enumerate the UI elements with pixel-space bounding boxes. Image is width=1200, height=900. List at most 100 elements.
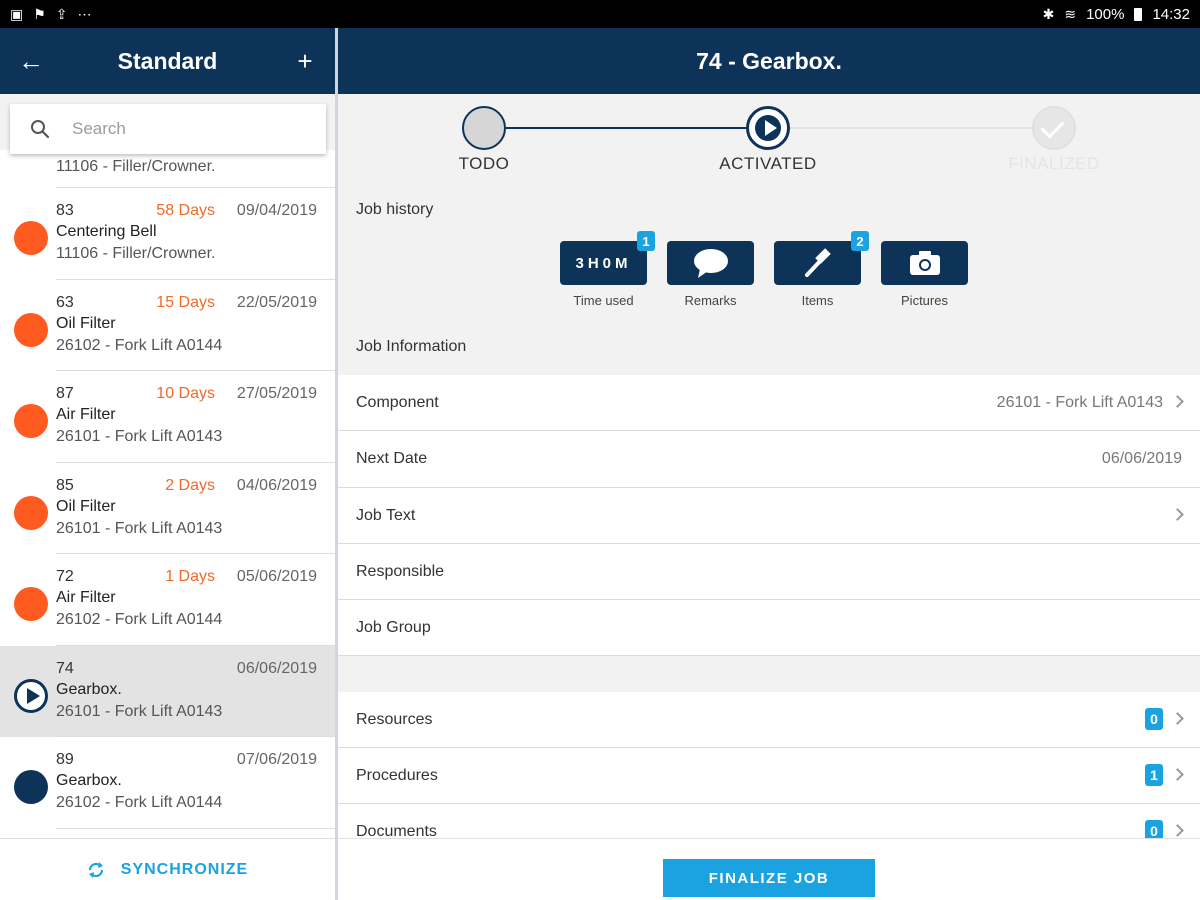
job-component: 26101 - Fork Lift A0143 [56,519,223,537]
job-status-dot [14,770,48,804]
responsible-label: Responsible [356,562,445,580]
job-name: Gearbox. [56,680,122,698]
chevron-right-icon [1171,395,1184,408]
stepper-line-done [506,127,748,129]
finalize-job-button[interactable]: FINALIZE JOB [663,859,875,897]
status-stepper: TODO ACTIVATED FINALIZED [338,94,1200,190]
resources-list: Resources 0 Procedures 1 Documents 0 [338,692,1200,838]
job-name: Gearbox. [56,772,122,789]
job-name: Oil Filter [56,497,116,515]
job-days-overdue: 15 Days [156,293,215,311]
battery-icon [1134,7,1143,21]
pictures-button[interactable] [881,241,968,285]
search-box[interactable] [10,104,326,154]
synchronize-button[interactable]: SYNCHRONIZE [0,838,335,900]
job-days-overdue: 10 Days [156,385,215,402]
gallery-icon: ▣ [10,6,24,22]
job-information-heading: Job Information [356,338,467,355]
component-row[interactable]: Component 26101 - Fork Lift A0143 [338,375,1200,432]
time-used-caption: Time used [573,293,634,308]
responsible-row: Responsible [338,544,1200,601]
step-finalized-label: FINALIZED [1008,154,1100,173]
pictures-item: Pictures [881,241,968,308]
job-list-item[interactable]: 85 Oil Filter 26101 - Fork Lift A0143 2 Day… [0,462,335,554]
stepper-line-pending [790,127,1034,129]
job-information-list: Component 26101 - Fork Lift A0143 Next D… [338,375,1200,657]
chevron-right-icon [1171,507,1184,521]
job-status-dot [14,312,48,347]
chevron-right-icon [1171,823,1184,837]
items-item: 2 Items [774,231,869,308]
job-list[interactable]: 11106 - Filler/Crowner. 83 Centering Bell… [0,150,335,838]
job-date: 04/06/2019 [236,476,317,494]
time-used-item: 3H0M 1 Time used [560,231,655,308]
detail-title: 74 - Gearbox. [696,47,842,74]
procedures-row[interactable]: Procedures 1 [338,748,1200,804]
job-text-row[interactable]: Job Text [338,488,1200,544]
job-date: 09/04/2019 [236,202,317,219]
job-date: 22/05/2019 [236,293,317,311]
job-component: 26102 - Fork Lift A0144 [56,611,223,628]
add-icon[interactable]: + [293,46,317,77]
upload-icon: ⇪ [55,6,68,22]
row-divider [56,827,335,829]
chevron-right-icon [1171,767,1184,781]
job-status-dot [14,221,48,255]
component-label: Component [356,394,439,411]
job-component: 26101 - Fork Lift A0143 [56,702,223,720]
job-name: Air Filter [56,406,116,423]
job-text-chevron-wrap [1163,507,1184,525]
job-date: 07/06/2019 [236,751,317,768]
job-status-dot [14,587,48,621]
job-component: 26102 - Fork Lift A0144 [56,794,223,811]
flag-icon: ⚑ [33,6,46,22]
bluetooth-icon: ✱ [1042,6,1055,22]
job-list-item[interactable]: 74 Gearbox. 26101 - Fork Lift A0143 06/06/2… [0,645,335,737]
step-todo-circle [462,106,506,150]
component-value-wrap: 26101 - Fork Lift A0143 [996,394,1184,412]
job-date: 05/06/2019 [236,568,317,585]
job-days-overdue: 1 Days [165,568,215,585]
clock: 14:32 [1152,5,1190,23]
list-item-partial[interactable]: 11106 - Filler/Crowner. [56,150,335,188]
job-status-dot [14,404,48,438]
job-history-heading: Job history [356,201,434,218]
detail-header: 74 - Gearbox. [338,28,1200,94]
job-list-item[interactable]: 63 Oil Filter 26102 - Fork Lift A0144 15 Da… [0,279,335,371]
job-component: 11106 - Filler/Crowner. [56,245,216,262]
job-component: 26101 - Fork Lift A0143 [56,428,223,445]
resources-label: Resources [356,711,433,728]
items-badge: 2 [851,231,869,251]
procedures-count-badge: 1 [1145,764,1163,786]
search-input[interactable] [72,119,272,139]
resources-row[interactable]: Resources 0 [338,692,1200,748]
next-date-label: Next Date [356,450,428,468]
step-todo-label: TODO [458,154,510,173]
remarks-button[interactable] [667,241,754,285]
battery-percent: 100% [1086,5,1125,23]
job-group-row: Job Group [338,600,1200,657]
component-value: 26101 - Fork Lift A0143 [996,394,1163,411]
back-arrow-icon[interactable]: ← [18,46,44,77]
search-icon [31,120,50,139]
status-bar: ▣ ⚑ ⇪ ⋯ ✱ ≋ 100% 14:32 [0,0,1200,28]
job-text-label: Job Text [356,506,416,524]
next-date-row: Next Date 06/06/2019 [338,431,1200,488]
job-list-item[interactable]: 87 Air Filter 26101 - Fork Lift A0143 10 Da… [0,371,335,463]
job-status-dot [14,495,48,530]
time-used-button[interactable]: 3H0M [560,241,647,285]
job-history-buttons: 3H0M 1 Time used Remarks 2 Items Picture… [560,231,968,308]
job-group-label: Job Group [356,619,431,637]
job-list-item[interactable]: 83 Centering Bell 11106 - Filler/Crowner. 5… [0,188,335,280]
job-number: 74 [56,659,74,677]
job-number: 89 [56,751,74,768]
documents-row[interactable]: Documents 0 [338,804,1200,838]
job-list-item[interactable]: 72 Air Filter 26102 - Fork Lift A0144 1 Day… [0,554,335,646]
left-header: ← Standard + [0,28,335,94]
job-name: Centering Bell [56,223,157,240]
step-finalized-check-icon [1032,106,1076,150]
job-list-item[interactable]: 89 Gearbox. 26102 - Fork Lift A0144 07/06/2… [0,737,335,829]
job-name: Oil Filter [56,314,116,332]
items-button[interactable] [774,241,861,285]
job-component: 26102 - Fork Lift A0144 [56,336,223,354]
